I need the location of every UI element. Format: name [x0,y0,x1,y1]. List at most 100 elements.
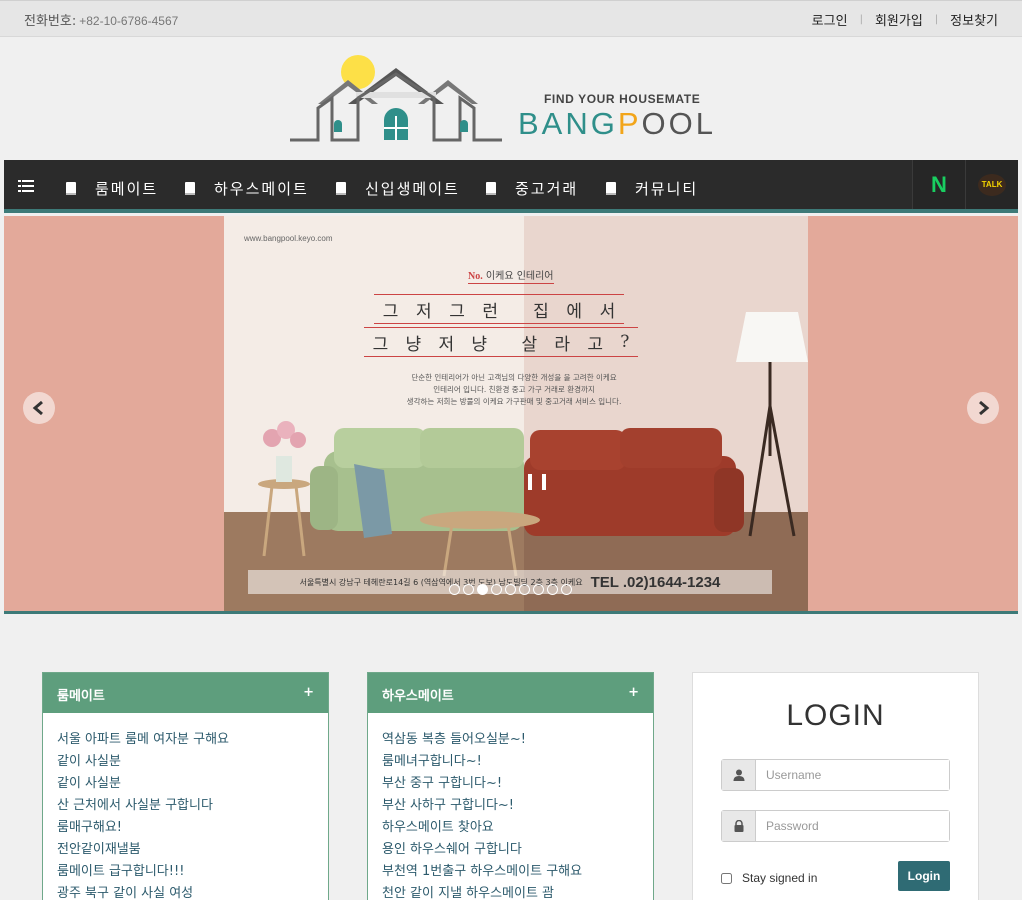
post-list: 서울 아파트 룸메 여자분 구해요 같이 사실분 같이 사실분 산 근처에서 사… [43,713,328,900]
nav-label: 커뮤니티 [635,180,699,198]
logo-part-ool: OOL [641,106,717,141]
slide-brand: No. 이케요 인테리어 [468,267,554,284]
slide-dot[interactable] [505,584,516,595]
slide-dot[interactable] [533,584,544,595]
divider: | [859,14,863,25]
panel-title[interactable]: 하우스메이트 [382,685,454,704]
headline-char: 저 [438,334,455,355]
list-item[interactable]: 부천역 1번출구 하우스메이트 구해요 [382,861,639,883]
phone-number: +82-10-6786-4567 [79,14,179,28]
headline-char: 런 [482,301,499,322]
slide-dot[interactable] [463,584,474,595]
list-item[interactable]: 같이 사실분 [57,751,314,773]
slide-headline-1: 그 저 그 런 집 에 서 [374,294,624,324]
nav-item-used-trade[interactable]: 중고거래 [485,178,578,199]
nav-item-housemate[interactable]: 하우스메이트 [184,178,309,199]
find-info-link[interactable]: 정보찾기 [950,10,998,29]
desc-line: 인테리어 입니다. 친환경 중고 가구 거래로 환경까지 [433,385,595,394]
nav-label: 신입생메이트 [365,180,460,198]
nav-label: 중고거래 [515,180,579,198]
phone-info: 전화번호: +82-10-6786-4567 [24,10,178,29]
list-item[interactable]: 천안 같이 지낼 하우스메이트 괌 [382,883,639,900]
housemate-panel: 하우스메이트 + 역삼동 복층 들어오실분~! 룸메녀구합니다~! 부산 중구 … [367,672,654,900]
stay-signed-in[interactable]: Stay signed in [721,871,817,885]
slide-dot[interactable] [547,584,558,595]
slide-dot[interactable] [449,584,460,595]
headline-char: 고 [587,334,603,355]
list-item[interactable]: 부산 사하구 구합니다~! [382,795,639,817]
slide-dot[interactable] [491,584,502,595]
top-bar: 전화번호: +82-10-6786-4567 로그인 | 회원가입 | 정보찾기 [0,0,1022,37]
headline-char: ? [620,332,630,352]
headline-char: 살 [521,334,538,355]
naver-icon: N [931,171,947,197]
login-title: LOGIN [786,699,885,732]
kakao-talk-button[interactable]: TALK [965,160,1018,209]
headline-char: 그 [382,301,399,322]
headline-char: 그 [449,301,465,322]
slide-indicators [449,584,572,595]
slide-url: www.bangpool.keyo.com [244,234,333,243]
nav-item-roommate[interactable]: 룸메이트 [65,178,158,199]
list-item[interactable]: 전안같이재낼붐 [57,839,314,861]
list-item[interactable]: 역삼동 복층 들어오실분~! [382,729,639,751]
slide-dot[interactable] [561,584,572,595]
panel-title[interactable]: 룸메이트 [57,685,105,704]
logo-tagline: FIND YOUR HOUSEMATE [544,92,701,106]
list-item[interactable]: 룸매구해요! [57,817,314,839]
list-item[interactable]: 룸메이트 급구합니다!!! [57,861,314,883]
slide-dot[interactable] [519,584,530,595]
headline-char: 에 [566,301,582,322]
nav-item-freshman-mate[interactable]: 신입생메이트 [335,178,460,199]
password-input[interactable] [756,811,949,841]
username-field [721,759,950,791]
list-item[interactable]: 부산 중구 구합니다~! [382,773,639,795]
chevron-left-icon [32,400,43,416]
next-slide-button[interactable] [967,392,999,424]
naver-button[interactable]: N [912,160,965,209]
site-logo[interactable]: FIND YOUR HOUSEMATE BANGPOOL [288,54,718,146]
logo-part-bang: BANG [518,106,618,141]
no-label: No. [468,271,483,282]
list-item[interactable]: 광주 북구 같이 사실 여성 [57,883,314,900]
list-item[interactable]: 하우스메이트 찾아요 [382,817,639,839]
user-icon [722,760,756,790]
hero-slider: www.bangpool.keyo.com No. 이케요 인테리어 그 저 그… [4,216,1018,614]
login-button[interactable]: Login [898,861,950,891]
divider: | [934,14,939,25]
more-button[interactable]: + [303,685,314,701]
list-item[interactable]: 용인 하우스쉐어 구합니다 [382,839,639,861]
slide-image: www.bangpool.keyo.com No. 이케요 인테리어 그 저 그… [224,216,808,611]
username-input[interactable] [756,760,949,790]
list-item[interactable]: 서울 아파트 룸메 여자분 구해요 [57,729,314,751]
book-icon [66,181,76,195]
signup-link[interactable]: 회원가입 [875,10,923,29]
headline-char: 저 [415,301,432,322]
slide-dot-active[interactable] [477,584,488,595]
desc-line: 생각하는 저희는 방풀의 이케요 가구판매 및 중고거래 서비스 입니다. [406,397,622,406]
password-field [721,810,950,842]
headline-char: 집 [533,301,549,322]
stay-signed-in-checkbox[interactable] [721,872,732,884]
list-icon[interactable] [18,179,34,193]
chevron-right-icon [979,400,990,416]
nav-label: 하우스메이트 [214,180,309,198]
nav-label: 룸메이트 [95,180,159,198]
account-links: 로그인 | 회원가입 | 정보찾기 [812,10,998,29]
post-list: 역삼동 복층 들어오실분~! 룸메녀구합니다~! 부산 중구 구합니다~! 부산… [368,713,653,900]
headline-char: 냥 [405,334,422,355]
login-link[interactable]: 로그인 [812,10,848,29]
prev-slide-button[interactable] [23,392,55,424]
more-button[interactable]: + [628,685,639,701]
login-box: LOGIN Stay signed in Login [692,672,979,900]
lock-icon [722,811,756,841]
stay-signed-in-label: Stay signed in [742,871,818,885]
slide-headline-2: 그 냥 저 냥 살 라 고 ? [364,327,638,357]
headline-char: 서 [599,301,616,322]
nav-item-community[interactable]: 커뮤니티 [605,178,698,199]
list-item[interactable]: 같이 사실분 [57,773,314,795]
book-icon [185,181,195,195]
list-item[interactable]: 룸메녀구합니다~! [382,751,639,773]
list-item[interactable]: 산 근처에서 사실분 구합니다 [57,795,314,817]
headline-char: 그 [372,334,389,355]
